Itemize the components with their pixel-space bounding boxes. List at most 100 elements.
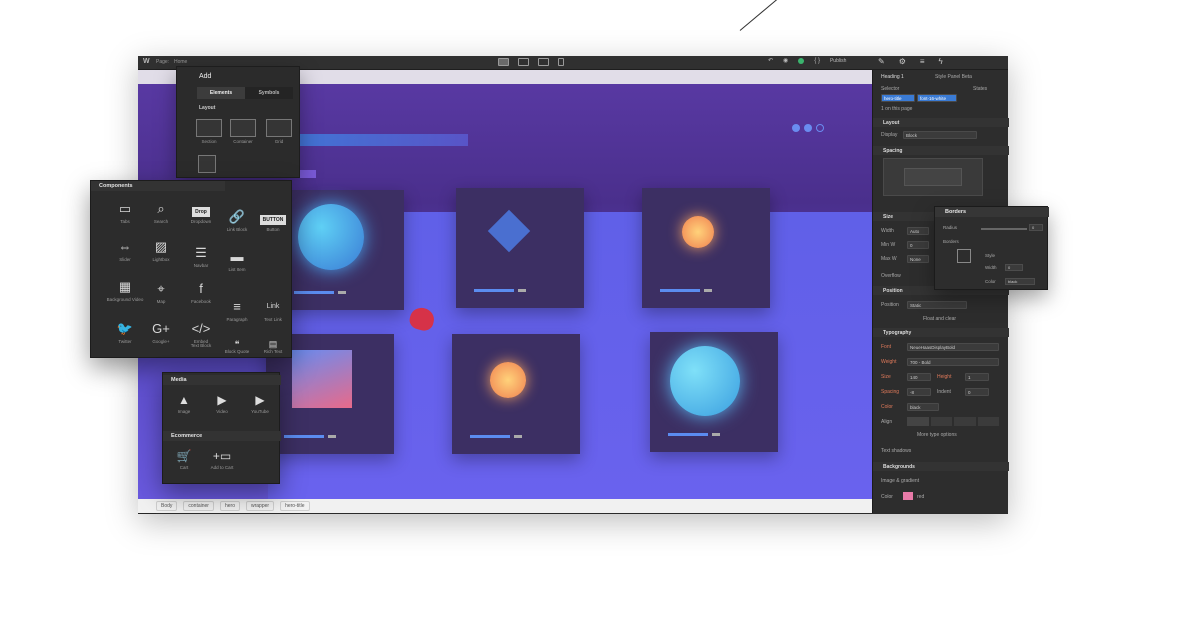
more-type-options[interactable]: More type options <box>917 432 957 438</box>
style-panel-toggle[interactable]: Style Panel Beta <box>935 74 972 80</box>
border-side-selector[interactable] <box>957 249 971 263</box>
display-select[interactable]: Block <box>903 131 977 139</box>
page-selector[interactable]: Home <box>174 59 187 65</box>
width-label: Width <box>881 228 894 234</box>
padding-box[interactable] <box>904 168 962 186</box>
section-element[interactable]: Section <box>195 119 223 144</box>
grid-element[interactable]: Grid <box>265 119 293 144</box>
tablet-icon[interactable] <box>518 58 529 66</box>
desktop-icon[interactable] <box>498 58 509 66</box>
google-plus-element[interactable]: G+ Google+ <box>141 321 181 344</box>
letter-spacing-label: Spacing <box>881 389 900 395</box>
states-dropdown[interactable]: States <box>973 86 987 92</box>
text-link-element[interactable]: Link Text Link <box>253 299 293 322</box>
image-element[interactable]: ▲ Image <box>167 393 201 414</box>
text-block-element[interactable]: Text Block <box>181 343 221 348</box>
container-element[interactable]: Container <box>229 119 257 144</box>
borders-header: Borders <box>935 207 1049 217</box>
bg-color-swatch[interactable] <box>903 492 913 500</box>
width-input[interactable]: Auto <box>907 227 929 235</box>
align-right-icon[interactable] <box>954 417 976 426</box>
columns-element[interactable] <box>193 155 221 173</box>
weight-select[interactable]: 700 - Bold <box>907 358 999 366</box>
undo-icon[interactable]: ↶ <box>768 57 773 64</box>
max-width-input[interactable]: None <box>907 255 929 263</box>
block-quote-element[interactable]: ❝ Block Quote <box>217 339 257 354</box>
align-justify-icon[interactable] <box>977 417 999 426</box>
slider-dot[interactable] <box>804 124 812 132</box>
gear-icon[interactable]: ⚙ <box>899 57 906 66</box>
size-label: Size <box>881 374 891 380</box>
list-item-element[interactable]: ▬ List Item <box>217 249 257 272</box>
navbar-element[interactable]: ☰ Navbar <box>181 245 221 268</box>
spacing-box[interactable] <box>883 158 983 196</box>
dropdown-element[interactable]: Drop Dropdown <box>181 201 221 224</box>
code-icon[interactable]: { } <box>814 58 820 64</box>
min-width-input[interactable]: 0 <box>907 241 929 249</box>
hero-subtitle-bar[interactable] <box>298 170 316 178</box>
class-tag[interactable]: hero-title <box>881 94 915 102</box>
typography-section-header[interactable]: Typography <box>873 328 1009 337</box>
interactions-icon[interactable]: ϟ <box>939 57 943 66</box>
mobile-portrait-icon[interactable] <box>558 58 564 66</box>
breadcrumb-item[interactable]: wrapper <box>246 501 275 511</box>
brush-icon[interactable]: ✎ <box>878 57 885 66</box>
image-gradient-label[interactable]: Image & gradient <box>881 478 919 484</box>
line-height-input[interactable]: 1 <box>965 373 989 381</box>
background-video-element[interactable]: ▦ Background Video <box>105 279 145 302</box>
twitter-element[interactable]: 🐦 Twitter <box>105 321 145 344</box>
tab-elements[interactable]: Elements <box>197 87 245 99</box>
radius-slider[interactable] <box>981 228 1027 230</box>
search-element[interactable]: ⌕ Search <box>141 201 181 224</box>
feature-card[interactable] <box>452 334 580 454</box>
spacing-section-header[interactable]: Spacing <box>873 146 1009 155</box>
position-select[interactable]: Static <box>907 301 967 309</box>
breadcrumb-item[interactable]: Body <box>156 501 178 511</box>
layers-icon[interactable]: ≡ <box>920 57 925 66</box>
slider-dot[interactable] <box>816 124 824 132</box>
feature-card[interactable] <box>456 188 584 308</box>
indent-input[interactable]: 0 <box>965 388 989 396</box>
paragraph-element[interactable]: ≡ Paragraph <box>217 299 257 322</box>
radius-input[interactable]: 0 <box>1029 224 1043 231</box>
border-color-picker[interactable]: black <box>1005 278 1035 285</box>
feature-card[interactable] <box>650 332 778 452</box>
map-element[interactable]: ⌖ Map <box>141 281 181 304</box>
color-picker[interactable]: black <box>907 403 939 411</box>
class-tag[interactable]: font-16-white <box>917 94 957 102</box>
feature-card[interactable] <box>276 190 404 310</box>
lightbox-element[interactable]: ▨ Lightbox <box>141 239 181 262</box>
map-pin-icon: ⌖ <box>157 281 165 296</box>
link-block-element[interactable]: 🔗 Link Block <box>217 209 257 232</box>
mobile-landscape-icon[interactable] <box>538 58 549 66</box>
youtube-element[interactable]: ▶ YouTube <box>243 393 277 414</box>
feature-card[interactable] <box>642 188 770 308</box>
tabs-element[interactable]: ▭ Tabs <box>105 201 145 224</box>
embed-element[interactable]: </> Embed <box>181 321 221 344</box>
button-element[interactable]: BUTTON Button <box>253 209 293 232</box>
breadcrumb-item[interactable]: hero <box>219 501 240 511</box>
preview-icon[interactable]: ◉ <box>783 57 788 64</box>
font-size-input[interactable]: 140 <box>907 373 931 381</box>
slider-dot[interactable] <box>792 124 800 132</box>
cart-element[interactable]: 🛒 Cart <box>167 449 201 470</box>
tab-symbols[interactable]: Symbols <box>245 87 293 99</box>
backgrounds-section-header[interactable]: Backgrounds <box>873 462 1009 471</box>
font-select[interactable]: NeueHaasDisplayBold <box>907 343 999 351</box>
slider-element[interactable]: ⇔ Slider <box>105 239 145 262</box>
letter-spacing-input[interactable]: -8 <box>907 388 931 396</box>
publish-button[interactable]: Publish <box>830 58 846 64</box>
rich-text-element[interactable]: ▤ Rich Text <box>253 339 293 354</box>
align-left-icon[interactable] <box>907 417 929 426</box>
text-shadows-label[interactable]: Text shadows <box>881 448 911 454</box>
add-to-cart-element[interactable]: +▭ Add to Cart <box>205 449 239 470</box>
video-element[interactable]: ▶ Video <box>205 393 239 414</box>
border-width-input[interactable]: 0 <box>1005 264 1023 271</box>
float-clear-toggle[interactable]: Float and clear <box>923 316 956 322</box>
facebook-element[interactable]: f Facebook <box>181 281 221 304</box>
breadcrumb-item[interactable]: hero-title <box>280 501 310 511</box>
align-center-icon[interactable] <box>930 417 952 426</box>
breadcrumb-item[interactable]: container <box>183 501 214 511</box>
hero-title-bar[interactable] <box>298 134 468 146</box>
layout-section-header[interactable]: Layout <box>873 118 1009 127</box>
